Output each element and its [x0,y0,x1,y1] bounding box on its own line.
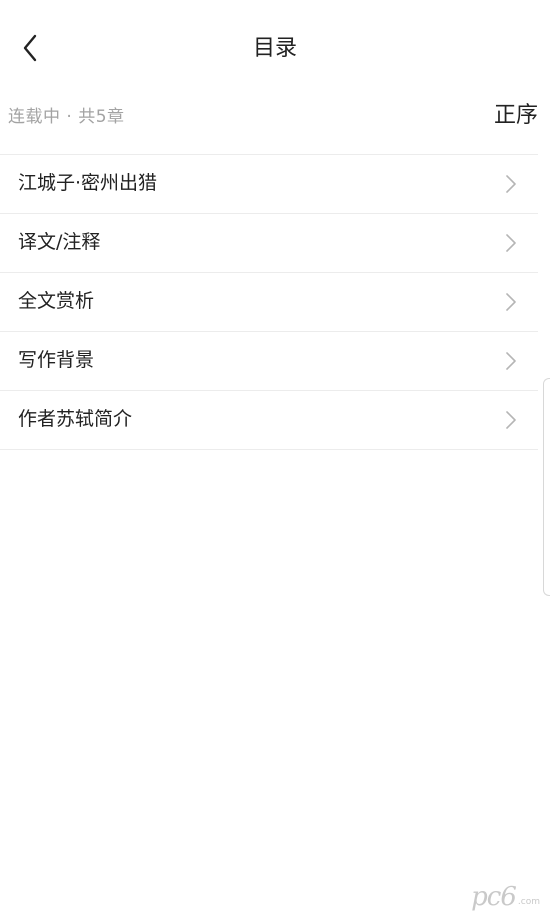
chapter-title: 全文赏析 [18,290,95,312]
chapter-item[interactable]: 全文赏析 [0,272,538,331]
page-title: 目录 [252,36,297,61]
watermark-suffix: .com [517,897,540,907]
chevron-right-icon [506,411,516,429]
chevron-right-icon [506,175,516,193]
chapter-item[interactable]: 写作背景 [0,331,538,390]
sort-order-button[interactable]: 正序 [494,101,538,131]
chapter-title: 译文/注释 [18,231,101,253]
chevron-right-icon [506,234,516,252]
chapter-title: 江城子·密州出猎 [18,172,158,194]
chapter-item[interactable]: 译文/注释 [0,213,538,272]
chapter-list: 江城子·密州出猎 译文/注释 全文赏析 写作背景 作者苏轼简介 [0,154,538,450]
chapter-item[interactable]: 作者苏轼简介 [0,390,538,450]
chevron-right-icon [506,352,516,370]
catalog-meta-row: 连载中 · 共5章 正序 [0,100,550,134]
watermark-text: pc6 [471,882,517,912]
side-drawer-handle[interactable] [543,378,550,596]
chapter-item[interactable]: 江城子·密州出猎 [0,154,538,213]
top-bar: 目录 [0,0,550,100]
serial-status: 连载中 · 共5章 [8,107,125,127]
chapter-title: 作者苏轼简介 [18,408,133,430]
chevron-right-icon [506,293,516,311]
watermark-logo: pc6 .com [471,881,540,911]
chapter-title: 写作背景 [18,349,95,371]
